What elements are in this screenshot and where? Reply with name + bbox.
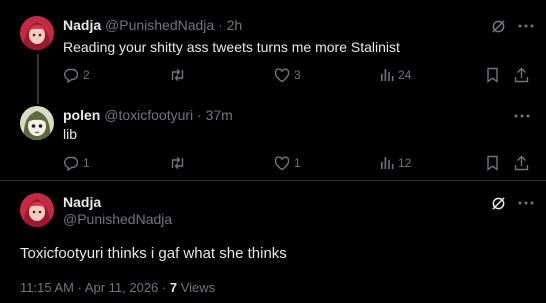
avatar[interactable]: [20, 106, 54, 140]
share-icon: [514, 67, 529, 83]
reply-count: 2: [83, 68, 90, 82]
thread-line: [37, 96, 39, 104]
handle[interactable]: @PunishedNadja: [105, 17, 214, 33]
grok-icon[interactable]: [489, 17, 507, 35]
share-button[interactable]: [514, 153, 529, 173]
separator: ·: [197, 107, 202, 123]
tweet-text: Toxicfootyuri thinks i gaf what she thin…: [20, 245, 287, 262]
more-options-icon[interactable]: [513, 107, 531, 125]
analytics-icon: [381, 157, 394, 169]
avatar[interactable]: [20, 193, 54, 227]
display-name[interactable]: polen: [63, 107, 100, 123]
like-button[interactable]: 1: [274, 153, 301, 173]
repost-icon: [171, 69, 184, 81]
share-button[interactable]: [514, 65, 529, 85]
display-name[interactable]: Nadja: [63, 17, 101, 33]
bookmark-button[interactable]: [486, 153, 499, 173]
bookmark-icon: [487, 67, 498, 83]
like-button[interactable]: 3: [274, 65, 301, 85]
grok-icon[interactable]: [489, 194, 507, 212]
more-options-icon[interactable]: [517, 17, 535, 35]
tweet-text: Reading your shitty ass tweets turns me …: [63, 39, 400, 55]
bookmark-button[interactable]: [486, 65, 499, 85]
views-button[interactable]: 24: [380, 65, 411, 85]
tweet-meta: 11:15 AM · Apr 11, 2026 · 7 Views: [20, 280, 215, 296]
handle[interactable]: @toxicfootyuri: [104, 107, 193, 123]
tweet-top-icons: [489, 194, 535, 212]
timestamp[interactable]: 11:15 AM · Apr 11, 2026: [20, 280, 158, 295]
reply-button[interactable]: 2: [63, 65, 90, 85]
tweet-top-icons: [489, 17, 535, 35]
tweet-header: Nadja @PunishedNadja · 2h: [63, 16, 242, 34]
reply-button[interactable]: 1: [63, 153, 90, 173]
separator: ·: [218, 17, 223, 33]
handle[interactable]: @PunishedNadja: [63, 211, 172, 228]
separator: ·: [161, 280, 167, 295]
reply-icon: [64, 68, 79, 83]
analytics-icon: [381, 69, 394, 81]
view-count: 24: [398, 68, 412, 82]
views-label: Views: [180, 280, 216, 295]
timestamp[interactable]: 37m: [206, 107, 233, 123]
bookmark-icon: [487, 155, 498, 171]
repost-icon: [171, 157, 184, 169]
action-bar: 2 3 24: [63, 65, 533, 85]
avatar[interactable]: [20, 16, 54, 50]
heart-icon: [274, 67, 290, 82]
repost-button[interactable]: [169, 153, 190, 173]
tweet-text: lib: [63, 126, 78, 142]
more-options-icon[interactable]: [517, 194, 535, 212]
reply-icon: [64, 156, 79, 171]
tweet-header: polen @toxicfootyuri · 37m: [63, 106, 233, 124]
view-count: 7: [169, 280, 178, 295]
tweet-1[interactable]: Nadja @PunishedNadja · 2h Reading your s…: [0, 0, 546, 100]
view-count: 12: [398, 156, 412, 170]
heart-icon: [274, 155, 290, 170]
tweet-top-icons: [513, 107, 531, 125]
repost-button[interactable]: [169, 65, 190, 85]
like-count: 3: [294, 68, 301, 82]
thread-line: [37, 54, 39, 100]
tweet-2[interactable]: polen @toxicfootyuri · 37m lib 1 1 12: [0, 96, 546, 184]
display-name[interactable]: Nadja: [63, 194, 101, 211]
views-button[interactable]: 12: [380, 153, 411, 173]
action-bar: 1 1 12: [63, 153, 533, 173]
divider: [0, 180, 546, 181]
reply-count: 1: [83, 156, 90, 170]
like-count: 1: [294, 156, 301, 170]
share-icon: [514, 155, 529, 171]
timestamp[interactable]: 2h: [227, 17, 243, 33]
